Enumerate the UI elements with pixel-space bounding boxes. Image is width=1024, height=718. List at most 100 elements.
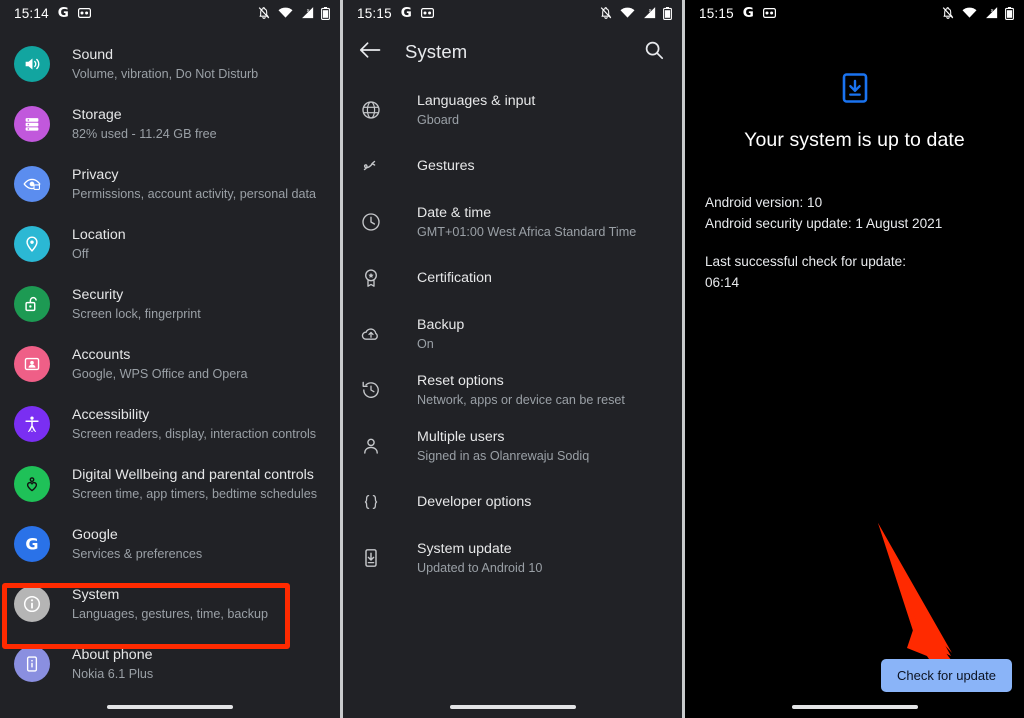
settings-row-subtitle: Screen readers, display, interaction con…: [72, 426, 317, 441]
system-row-text: Developer options: [417, 493, 531, 511]
settings-row-title: About phone: [72, 646, 153, 663]
update-content: Your system is up to date Android versio…: [685, 73, 1024, 293]
google-g-icon: G: [400, 5, 412, 21]
search-icon[interactable]: [644, 40, 664, 65]
settings-row-system[interactable]: System Languages, gestures, time, backup: [0, 574, 340, 634]
android-version-line: Android version: 10: [705, 195, 823, 210]
system-row-backup[interactable]: Backup On: [343, 306, 682, 362]
settings-row-title: Accounts: [72, 346, 131, 363]
settings-row-accessibility[interactable]: Accessibility Screen readers, display, i…: [0, 394, 340, 454]
status-bar-update: 15:15 G x: [685, 0, 1024, 26]
system-row-subtitle: Updated to Android 10: [417, 560, 543, 575]
settings-row-text: Digital Wellbeing and parental controls …: [72, 466, 317, 503]
settings-row-accounts[interactable]: Accounts Google, WPS Office and Opera: [0, 334, 340, 394]
battery-icon: [321, 6, 330, 20]
system-appbar: System: [343, 26, 682, 78]
settings-row-text: Accessibility Screen readers, display, i…: [72, 406, 316, 443]
voicemail-icon: [420, 8, 434, 18]
wifi-icon: [962, 7, 977, 19]
status-bar-right: x: [599, 6, 672, 20]
settings-row-storage[interactable]: Storage 82% used - 11.24 GB free: [0, 94, 340, 154]
system-row-text: Certification: [417, 269, 492, 287]
accessibility-icon: [14, 406, 50, 442]
settings-row-subtitle: Volume, vibration, Do Not Disturb: [72, 66, 259, 81]
globe-icon: [359, 98, 383, 122]
system-settings-list: Languages & input Gboard Gestures Date &…: [343, 78, 682, 586]
system-row-title: Reset options: [417, 372, 504, 389]
gesture-nav-pill[interactable]: [791, 705, 918, 709]
system-row-subtitle: Network, apps or device can be reset: [417, 392, 625, 407]
settings-row-security[interactable]: Security Screen lock, fingerprint: [0, 274, 340, 334]
system-row-text: Multiple users Signed in as Olanrewaju S…: [417, 428, 589, 465]
system-row-subtitle: On: [417, 336, 434, 351]
storage-icon: [14, 106, 50, 142]
cloud-upload-icon: [359, 322, 383, 346]
status-bar-right: x: [257, 6, 330, 20]
settings-row-text: Privacy Permissions, account activity, p…: [72, 166, 316, 203]
notifications-off-icon: [599, 6, 613, 20]
back-arrow-icon[interactable]: [359, 41, 381, 64]
cellular-signal-icon: x: [984, 7, 998, 19]
status-bar-settings: 15:14 G x: [0, 0, 340, 26]
status-bar-right: x: [941, 6, 1014, 20]
system-row-text: Languages & input Gboard: [417, 92, 535, 129]
system-update-hero-icon: [705, 73, 1004, 103]
voicemail-icon: [77, 8, 91, 18]
wellbeing-icon: [14, 466, 50, 502]
system-row-reset-options[interactable]: Reset options Network, apps or device ca…: [343, 362, 682, 418]
system-row-subtitle: GMT+01:00 West Africa Standard Time: [417, 224, 637, 239]
three-panel-screenshot: 15:14 G x Sound Volume, vibration, Do No…: [0, 0, 1024, 718]
settings-row-text: Security Screen lock, fingerprint: [72, 286, 201, 323]
system-row-languages-input[interactable]: Languages & input Gboard: [343, 82, 682, 138]
settings-row-about-phone[interactable]: About phone Nokia 6.1 Plus: [0, 634, 340, 694]
system-row-system-update[interactable]: System update Updated to Android 10: [343, 530, 682, 586]
settings-row-google[interactable]: G Google Services & preferences: [0, 514, 340, 574]
settings-row-location[interactable]: Location Off: [0, 214, 340, 274]
settings-row-subtitle: Nokia 6.1 Plus: [72, 666, 154, 681]
system-row-text: System update Updated to Android 10: [417, 540, 542, 577]
gesture-nav-pill[interactable]: [449, 705, 576, 709]
battery-icon: [1005, 6, 1014, 20]
system-row-multiple-users[interactable]: Multiple users Signed in as Olanrewaju S…: [343, 418, 682, 474]
settings-row-title: Location: [72, 226, 126, 243]
settings-row-title: Accessibility: [72, 406, 150, 423]
settings-row-subtitle: 82% used - 11.24 GB free: [72, 126, 217, 141]
system-row-text: Reset options Network, apps or device ca…: [417, 372, 625, 409]
settings-row-subtitle: Languages, gestures, time, backup: [72, 606, 269, 621]
settings-row-title: Sound: [72, 46, 114, 63]
security-update-line: Android security update: 1 August 2021: [705, 216, 943, 231]
status-bar-clock: 15:15: [699, 5, 734, 21]
settings-row-text: Accounts Google, WPS Office and Opera: [72, 346, 247, 383]
google-icon: G: [14, 526, 50, 562]
system-row-certification[interactable]: Certification: [343, 250, 682, 306]
settings-row-title: Storage: [72, 106, 122, 123]
status-bar-left: 15:14 G: [14, 5, 91, 21]
cellular-signal-icon: x: [642, 7, 656, 19]
system-row-gestures[interactable]: Gestures: [343, 138, 682, 194]
page-title: System: [405, 41, 468, 62]
gesture-nav-pill[interactable]: [107, 705, 233, 709]
settings-row-subtitle: Services & preferences: [72, 546, 203, 561]
settings-row-privacy[interactable]: Privacy Permissions, account activity, p…: [0, 154, 340, 214]
settings-row-text: Google Services & preferences: [72, 526, 202, 563]
settings-list: Sound Volume, vibration, Do Not Disturb …: [0, 26, 340, 694]
voicemail-icon: [762, 8, 776, 18]
security-icon: [14, 286, 50, 322]
sound-icon: [14, 46, 50, 82]
accounts-icon: [14, 346, 50, 382]
google-g-icon: G: [742, 5, 754, 21]
update-details: Android version: 10 Android security upd…: [705, 192, 1004, 293]
check-for-update-button[interactable]: Check for update: [880, 659, 1012, 692]
system-row-text: Date & time GMT+01:00 West Africa Standa…: [417, 204, 636, 241]
update-heading: Your system is up to date: [744, 129, 965, 151]
system-row-title: Languages & input: [417, 92, 536, 109]
gesture-icon: [359, 154, 383, 178]
status-bar-left: 15:15 G: [357, 5, 434, 21]
clock-icon: [359, 210, 383, 234]
system-row-developer-options[interactable]: Developer options: [343, 474, 682, 530]
settings-row-text: Storage 82% used - 11.24 GB free: [72, 106, 217, 143]
system-row-date-time[interactable]: Date & time GMT+01:00 West Africa Standa…: [343, 194, 682, 250]
last-check-label: Last successful check for update:: [705, 254, 906, 269]
settings-row-sound[interactable]: Sound Volume, vibration, Do Not Disturb: [0, 34, 340, 94]
settings-row-digital-wellbeing[interactable]: Digital Wellbeing and parental controls …: [0, 454, 340, 514]
